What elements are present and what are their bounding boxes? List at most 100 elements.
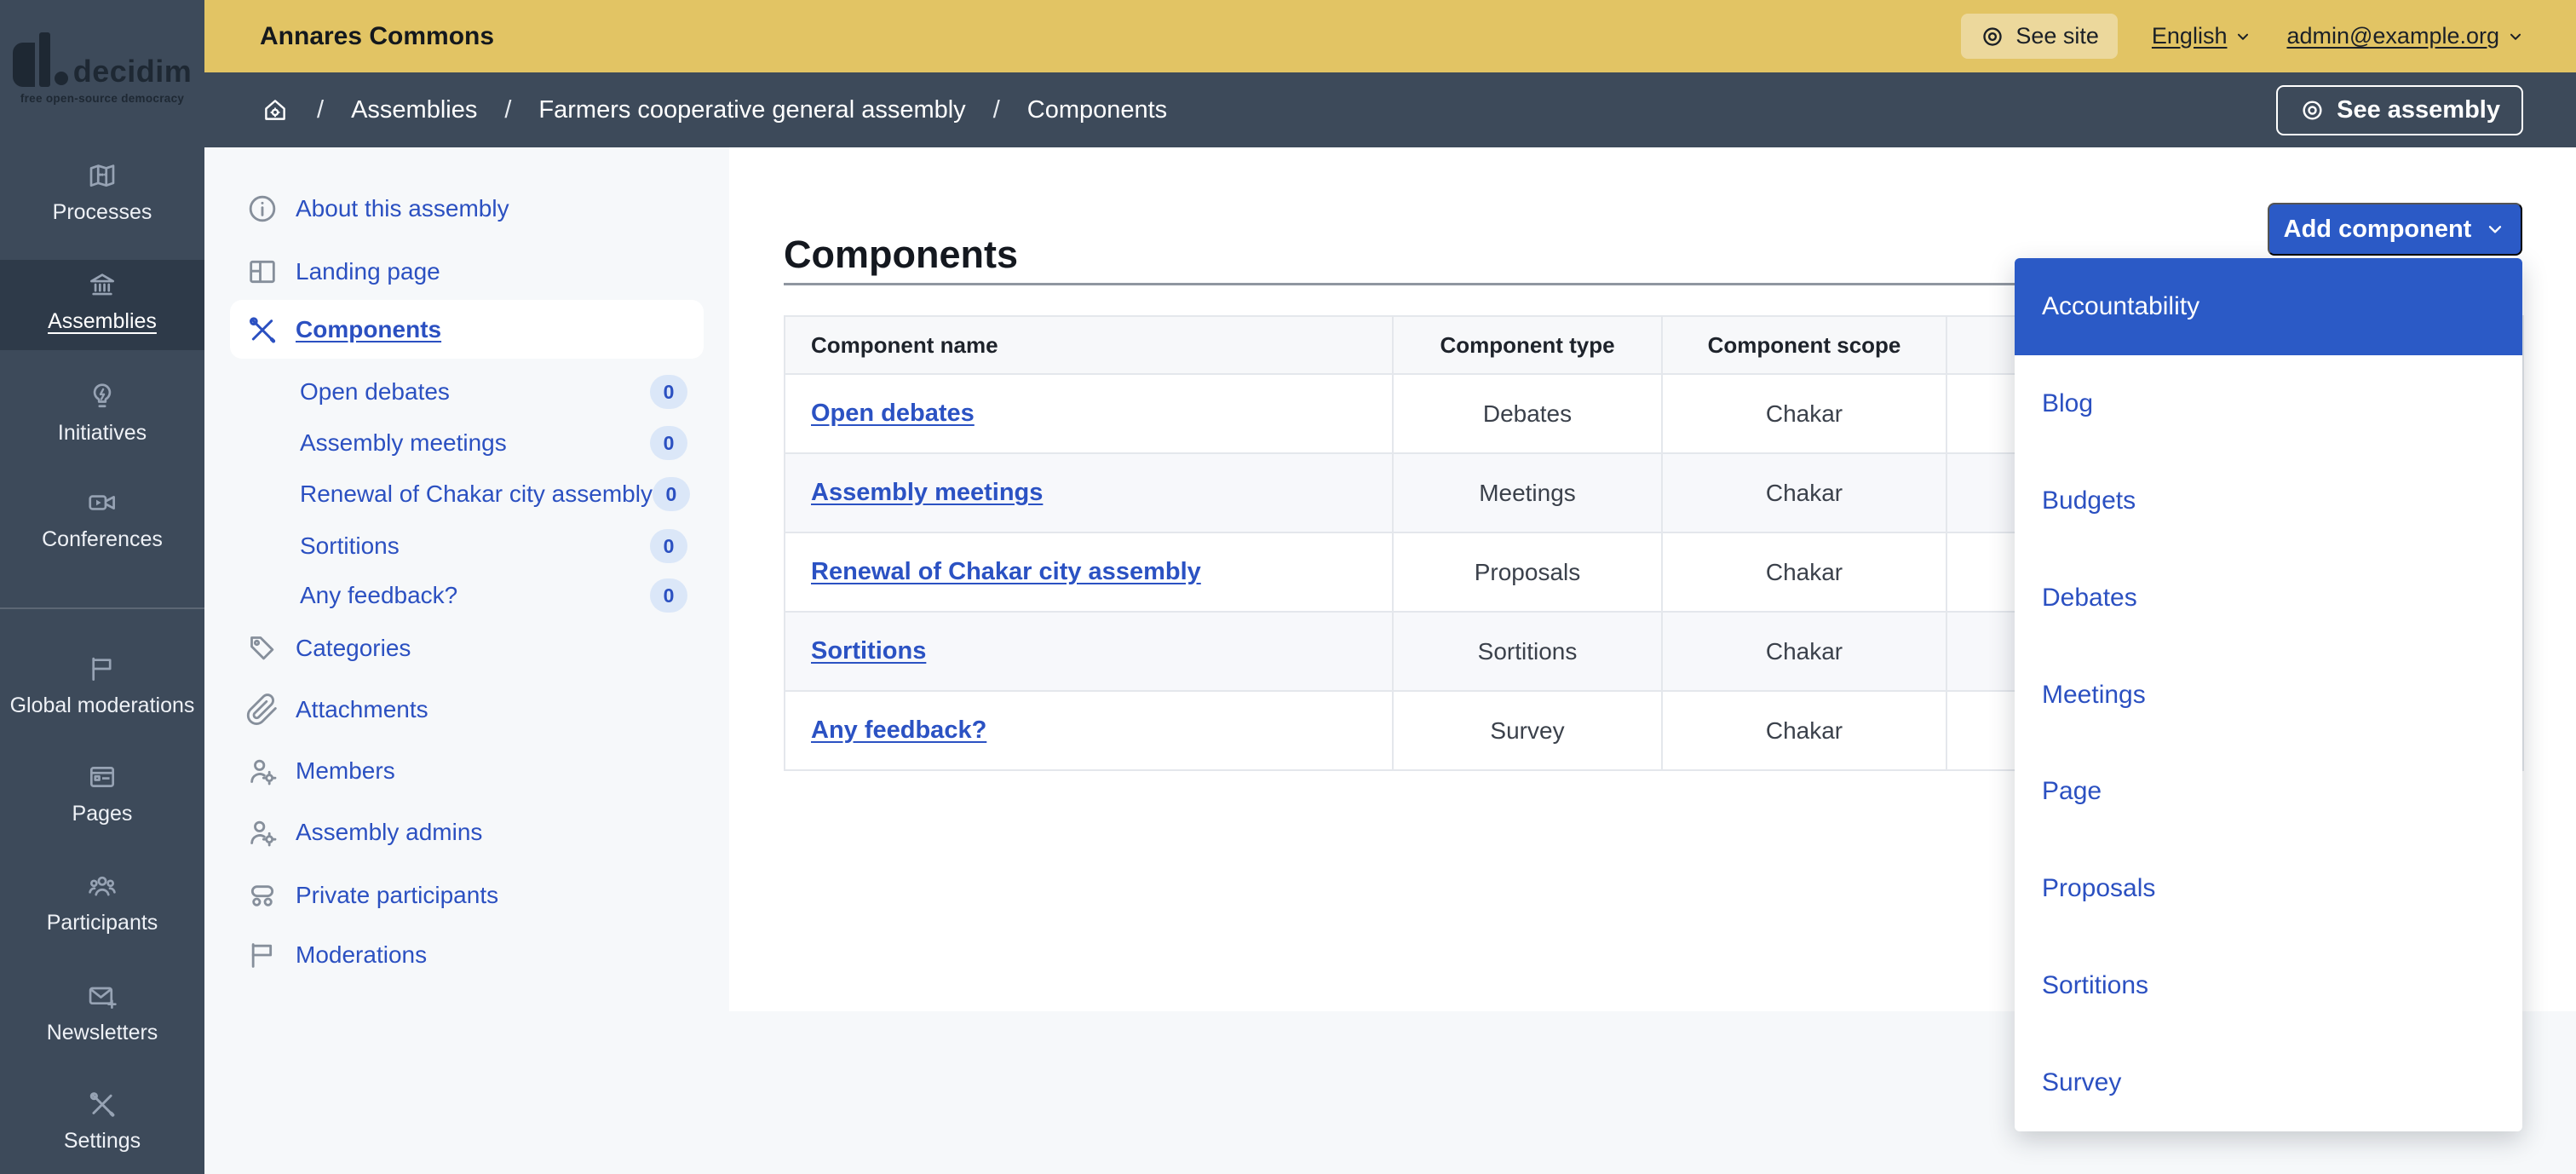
people-icon: [86, 870, 118, 902]
subnav-categories[interactable]: Categories: [245, 628, 411, 669]
subnav-private-participants[interactable]: Private participants: [245, 875, 498, 916]
top-bar: Annares Commons See site English admin@e…: [204, 0, 2576, 72]
subnav-component-sortitions[interactable]: Sortitions 0: [300, 527, 687, 565]
page-icon: [86, 761, 118, 793]
sidebar-item-settings[interactable]: Settings: [0, 1088, 204, 1154]
component-type-cell: Meetings: [1393, 453, 1662, 532]
user-gear-icon: [245, 754, 279, 788]
subnav-component-any-feedback[interactable]: Any feedback? 0: [300, 577, 687, 614]
dropdown-item-proposals[interactable]: Proposals: [2015, 840, 2522, 937]
column-component-type: Component type: [1393, 316, 1662, 374]
subnav-components-active[interactable]: Components: [230, 300, 704, 359]
breadcrumb-assembly-name[interactable]: Farmers cooperative general assembly: [538, 96, 965, 124]
component-link[interactable]: Renewal of Chakar city assembly: [811, 558, 1201, 585]
decidim-logo[interactable]: decidim free open-source democracy: [0, 32, 204, 105]
component-scope-cell: Chakar: [1662, 532, 1946, 612]
main-sidebar: decidim free open-source democracy Proce…: [0, 0, 204, 1174]
component-type-cell: Survey: [1393, 691, 1662, 770]
component-scope-cell: Chakar: [1662, 612, 1946, 691]
column-component-name: Component name: [785, 316, 1393, 374]
info-icon: [245, 192, 279, 226]
sidebar-item-newsletters[interactable]: Newsletters: [0, 980, 204, 1045]
subnav-attachments[interactable]: Attachments: [245, 689, 428, 730]
subnav-moderations[interactable]: Moderations: [245, 935, 427, 975]
component-type-cell: Sortitions: [1393, 612, 1662, 691]
count-badge: 0: [650, 375, 687, 409]
subnav-component-open-debates[interactable]: Open debates 0: [300, 373, 687, 411]
sidebar-item-global-moderations[interactable]: Global moderations: [0, 653, 204, 718]
dropdown-item-debates[interactable]: Debates: [2015, 550, 2522, 647]
component-link-label: Assembly meetings: [300, 429, 507, 457]
chevron-down-icon: [2484, 218, 2506, 240]
dropdown-item-meetings[interactable]: Meetings: [2015, 647, 2522, 744]
component-type-cell: Debates: [1393, 374, 1662, 453]
sidebar-item-participants[interactable]: Participants: [0, 870, 204, 935]
video-icon: [86, 486, 118, 519]
group-icon: [245, 878, 279, 912]
decidim-logo-text: decidim: [73, 56, 193, 87]
add-component-label: Add component: [2284, 216, 2472, 244]
assembly-sub-sidebar: About this assembly Landing page Compone…: [204, 147, 729, 1174]
sidebar-item-label: Conferences: [42, 527, 163, 552]
dropdown-item-survey[interactable]: Survey: [2015, 1034, 2522, 1131]
see-site-button[interactable]: See site: [1961, 14, 2118, 59]
subnav-members[interactable]: Members: [245, 751, 395, 791]
user-gear-icon: [245, 815, 279, 849]
sidebar-item-label: Settings: [64, 1129, 141, 1154]
subnav-label: Landing page: [296, 258, 440, 285]
decidim-admin-app: decidim free open-source democracy Proce…: [0, 0, 2576, 1174]
dropdown-item-blog[interactable]: Blog: [2015, 355, 2522, 452]
sidebar-item-conferences[interactable]: Conferences: [0, 486, 204, 552]
add-component-dropdown: Accountability Blog Budgets Debates Meet…: [2015, 258, 2522, 1131]
user-menu[interactable]: admin@example.org: [2286, 23, 2525, 49]
dropdown-item-accountability[interactable]: Accountability: [2015, 258, 2522, 355]
dropdown-item-sortitions[interactable]: Sortitions: [2015, 937, 2522, 1034]
count-badge: 0: [650, 529, 687, 563]
component-scope-cell: Chakar: [1662, 453, 1946, 532]
sidebar-divider: [0, 607, 204, 609]
bank-icon: [86, 268, 118, 301]
breadcrumb: / Assemblies / Farmers cooperative gener…: [204, 72, 2576, 147]
subnav-label: Components: [296, 316, 441, 343]
breadcrumb-components[interactable]: Components: [1027, 96, 1167, 124]
subnav-component-renewal[interactable]: Renewal of Chakar city assembly 0: [300, 475, 687, 513]
subnav-label: Private participants: [296, 882, 498, 909]
sidebar-item-label: Initiatives: [58, 421, 147, 446]
component-link[interactable]: Open debates: [811, 400, 975, 427]
sidebar-item-label: Pages: [72, 802, 133, 826]
sidebar-item-assemblies[interactable]: Assemblies: [0, 268, 204, 334]
sidebar-item-label: Global moderations: [10, 693, 195, 718]
sidebar-item-initiatives[interactable]: Initiatives: [0, 380, 204, 446]
page-title: Components: [784, 235, 1018, 273]
subnav-about-assembly[interactable]: About this assembly: [245, 188, 509, 229]
breadcrumb-assemblies[interactable]: Assemblies: [351, 96, 477, 124]
add-component-button[interactable]: Add component: [2268, 203, 2522, 256]
decidim-logo-tagline: free open-source democracy: [20, 92, 184, 105]
component-link[interactable]: Any feedback?: [811, 716, 986, 744]
subnav-label: Categories: [296, 635, 411, 662]
subnav-assembly-admins[interactable]: Assembly admins: [245, 812, 482, 853]
sidebar-item-label: Processes: [53, 200, 152, 225]
home-icon[interactable]: [261, 95, 290, 124]
dropdown-item-page[interactable]: Page: [2015, 744, 2522, 841]
component-link[interactable]: Sortitions: [811, 637, 926, 665]
subnav-component-assembly-meetings[interactable]: Assembly meetings 0: [300, 424, 687, 462]
subnav-label: Members: [296, 757, 395, 785]
dropdown-item-budgets[interactable]: Budgets: [2015, 452, 2522, 550]
decidim-logo-glyph: [13, 32, 68, 87]
see-assembly-button[interactable]: See assembly: [2276, 85, 2523, 135]
breadcrumb-separator: /: [993, 96, 1000, 124]
map-icon: [86, 159, 118, 192]
subnav-label: About this assembly: [296, 195, 509, 222]
sidebar-item-label: Participants: [47, 911, 158, 935]
flag-icon: [245, 938, 279, 972]
sidebar-item-processes[interactable]: Processes: [0, 159, 204, 225]
sidebar-item-label: Assemblies: [48, 309, 157, 334]
sidebar-item-pages[interactable]: Pages: [0, 761, 204, 826]
component-link-label: Any feedback?: [300, 582, 457, 609]
component-link[interactable]: Assembly meetings: [811, 479, 1043, 506]
lightbulb-icon: [86, 380, 118, 412]
component-type-cell: Proposals: [1393, 532, 1662, 612]
subnav-landing-page[interactable]: Landing page: [245, 251, 440, 292]
language-selector[interactable]: English: [2152, 23, 2253, 49]
